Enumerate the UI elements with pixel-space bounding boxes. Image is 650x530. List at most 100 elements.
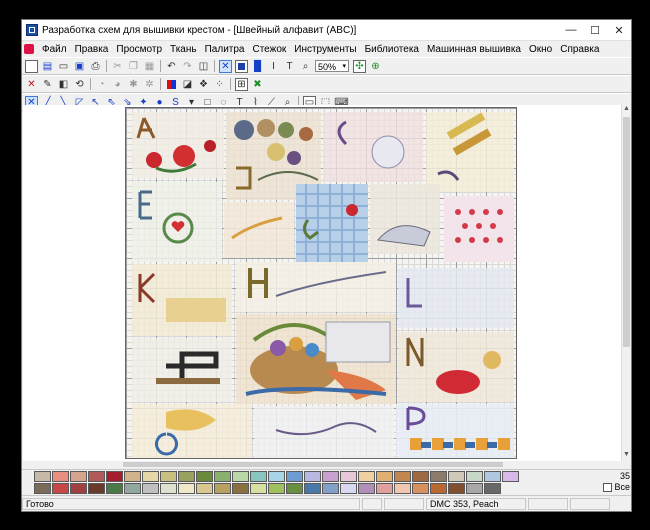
cross-grid-icon[interactable]: ✖ (251, 78, 264, 91)
palette-swatch[interactable] (286, 471, 303, 482)
pattern-workspace[interactable] (23, 105, 621, 461)
palette-swatch[interactable] (340, 471, 357, 482)
palette-swatch[interactable] (304, 483, 321, 494)
maximize-button[interactable]: ☐ (583, 20, 607, 40)
bead-icon[interactable]: ⁘ (213, 78, 226, 91)
palette-swatch[interactable] (430, 471, 447, 482)
clear-icon[interactable]: ✕ (25, 78, 38, 91)
palette-swatch[interactable] (376, 471, 393, 482)
italic-icon[interactable]: I (267, 60, 280, 73)
palette-swatch[interactable] (250, 483, 267, 494)
flip-icon[interactable]: ✲ (143, 78, 156, 91)
fill-icon[interactable]: ◧ (57, 78, 70, 91)
palette-swatch[interactable] (142, 471, 159, 482)
menu-window[interactable]: Окно (525, 44, 556, 55)
menu-tools[interactable]: Инструменты (290, 44, 360, 55)
menu-machine-embroidery[interactable]: Машинная вышивка (423, 44, 525, 55)
cross-stitch-pattern[interactable] (125, 107, 517, 459)
palette-swatch[interactable] (394, 471, 411, 482)
palette-swatch[interactable] (88, 483, 105, 494)
palette-swatch[interactable] (70, 483, 87, 494)
palette-swatch[interactable] (502, 471, 519, 482)
palette-swatch[interactable] (394, 483, 411, 494)
zoom-in-icon[interactable]: ⊕ (369, 60, 382, 73)
open-folder-icon[interactable]: ▭ (57, 60, 70, 73)
palette-swatch[interactable] (448, 471, 465, 482)
palette-swatch[interactable] (34, 471, 51, 482)
grid-icon[interactable]: ⊞ (235, 77, 248, 91)
menu-file[interactable]: Файл (38, 44, 71, 55)
magic-icon[interactable]: ✱ (127, 78, 140, 91)
palette-swatch[interactable] (340, 483, 357, 494)
cut-icon[interactable]: ✂ (111, 60, 124, 73)
vertical-scrollbar[interactable]: ▲ ▼ (621, 105, 631, 461)
palette-swatch[interactable] (322, 471, 339, 482)
print-icon[interactable]: ⎙ (89, 60, 102, 73)
palette-swatch[interactable] (484, 483, 501, 494)
copy-icon[interactable]: ❐ (127, 60, 140, 73)
menu-help[interactable]: Справка (556, 44, 603, 55)
palette-swatch[interactable] (466, 483, 483, 494)
zoom-select[interactable]: 50% ▾ (315, 60, 349, 72)
checkbox-icon[interactable] (603, 483, 613, 493)
palette-swatch[interactable] (52, 483, 69, 494)
paste-icon[interactable]: ▦ (143, 60, 156, 73)
palette-swatch[interactable] (124, 471, 141, 482)
palette-swatch[interactable] (142, 483, 159, 494)
redo-icon[interactable]: ↷ (181, 60, 194, 73)
palette-swatch[interactable] (52, 471, 69, 482)
palette-swatch[interactable] (268, 483, 285, 494)
new-file-icon[interactable] (25, 59, 38, 73)
close-button[interactable]: ✕ (607, 20, 631, 40)
horizontal-scrollbar[interactable] (23, 461, 621, 468)
palette-swatch[interactable] (232, 483, 249, 494)
stop-square-icon[interactable] (235, 59, 248, 73)
minimize-button[interactable]: — (559, 20, 583, 40)
palette-swatch[interactable] (214, 471, 231, 482)
new-pattern-icon[interactable]: ▤ (41, 60, 54, 73)
zoom-out-icon[interactable]: ⌕ (299, 60, 312, 73)
text-icon[interactable]: Т (283, 60, 296, 73)
palette-swatch[interactable] (34, 483, 51, 494)
menu-palette[interactable]: Палитра (201, 44, 249, 55)
save-icon[interactable]: ▣ (73, 60, 86, 73)
palette-swatch[interactable] (106, 471, 123, 482)
preview-icon[interactable]: ◫ (197, 60, 210, 73)
palette-swatch[interactable] (466, 471, 483, 482)
palette-swatch[interactable] (376, 483, 393, 494)
scroll-up-icon[interactable]: ▲ (622, 105, 631, 115)
rotate-back-icon[interactable]: ◔ (95, 78, 108, 91)
palette-swatch[interactable] (88, 471, 105, 482)
full-cross-icon[interactable]: ✕ (219, 59, 232, 73)
palette-swatch[interactable] (412, 483, 429, 494)
scroll-down-icon[interactable]: ▼ (622, 451, 631, 461)
color-square-icon[interactable] (165, 78, 178, 91)
palette-swatch[interactable] (484, 471, 501, 482)
horizontal-scroll-thumb[interactable] (123, 462, 503, 467)
palette-swatch[interactable] (430, 483, 447, 494)
palette-swatch[interactable] (214, 483, 231, 494)
palette-swatch[interactable] (268, 471, 285, 482)
palette-swatch[interactable] (448, 483, 465, 494)
palette-swatch[interactable] (196, 471, 213, 482)
palette-swatch[interactable] (106, 483, 123, 494)
fit-page-icon[interactable]: ✣ (353, 59, 366, 73)
palette-swatch[interactable] (196, 483, 213, 494)
palette-swatch[interactable] (178, 483, 195, 494)
palette-swatch[interactable] (358, 471, 375, 482)
color-pick-icon[interactable]: ◪ (181, 78, 194, 91)
palette-swatch[interactable] (412, 471, 429, 482)
knot-icon[interactable]: ❖ (197, 78, 210, 91)
menu-edit[interactable]: Правка (71, 44, 113, 55)
palette-swatch[interactable] (286, 483, 303, 494)
palette-swatch[interactable] (304, 471, 321, 482)
vertical-scroll-thumb[interactable] (623, 117, 630, 347)
pencil-icon[interactable]: ✎ (41, 78, 54, 91)
show-all-toggle[interactable]: Все (600, 482, 630, 493)
palette-swatch[interactable] (178, 471, 195, 482)
palette-swatch[interactable] (250, 471, 267, 482)
palette-swatch[interactable] (70, 471, 87, 482)
palette-swatch[interactable] (322, 483, 339, 494)
menu-library[interactable]: Библиотека (361, 44, 423, 55)
rotate-icon[interactable]: ⟲ (73, 78, 86, 91)
